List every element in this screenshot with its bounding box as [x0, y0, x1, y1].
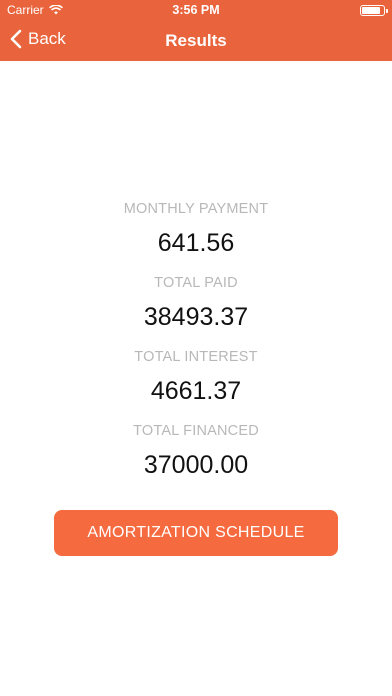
results-list: MONTHLY PAYMENT 641.56 TOTAL PAID 38493.…	[0, 196, 392, 492]
total-paid-label: TOTAL PAID	[154, 275, 238, 291]
battery-fill	[362, 7, 380, 14]
total-financed-value: 37000.00	[143, 451, 249, 479]
nav-bar: Back Results	[0, 20, 392, 61]
monthly-payment-label: MONTHLY PAYMENT	[123, 201, 269, 217]
navigation-header: Carrier 3:56 PM Back Results	[0, 0, 392, 61]
status-time: 3:56 PM	[172, 3, 220, 17]
battery-icon	[360, 5, 388, 16]
total-interest-value: 4661.37	[150, 377, 242, 405]
total-financed-label: TOTAL FINANCED	[133, 423, 259, 439]
total-paid-value: 38493.37	[143, 303, 249, 331]
amortization-schedule-button[interactable]: AMORTIZATION SCHEDULE	[54, 510, 338, 556]
page-title: Results	[165, 31, 227, 50]
total-interest-label: TOTAL INTEREST	[134, 349, 258, 365]
monthly-payment-value: 641.56	[157, 229, 235, 257]
status-bar: Carrier 3:56 PM	[0, 0, 392, 20]
